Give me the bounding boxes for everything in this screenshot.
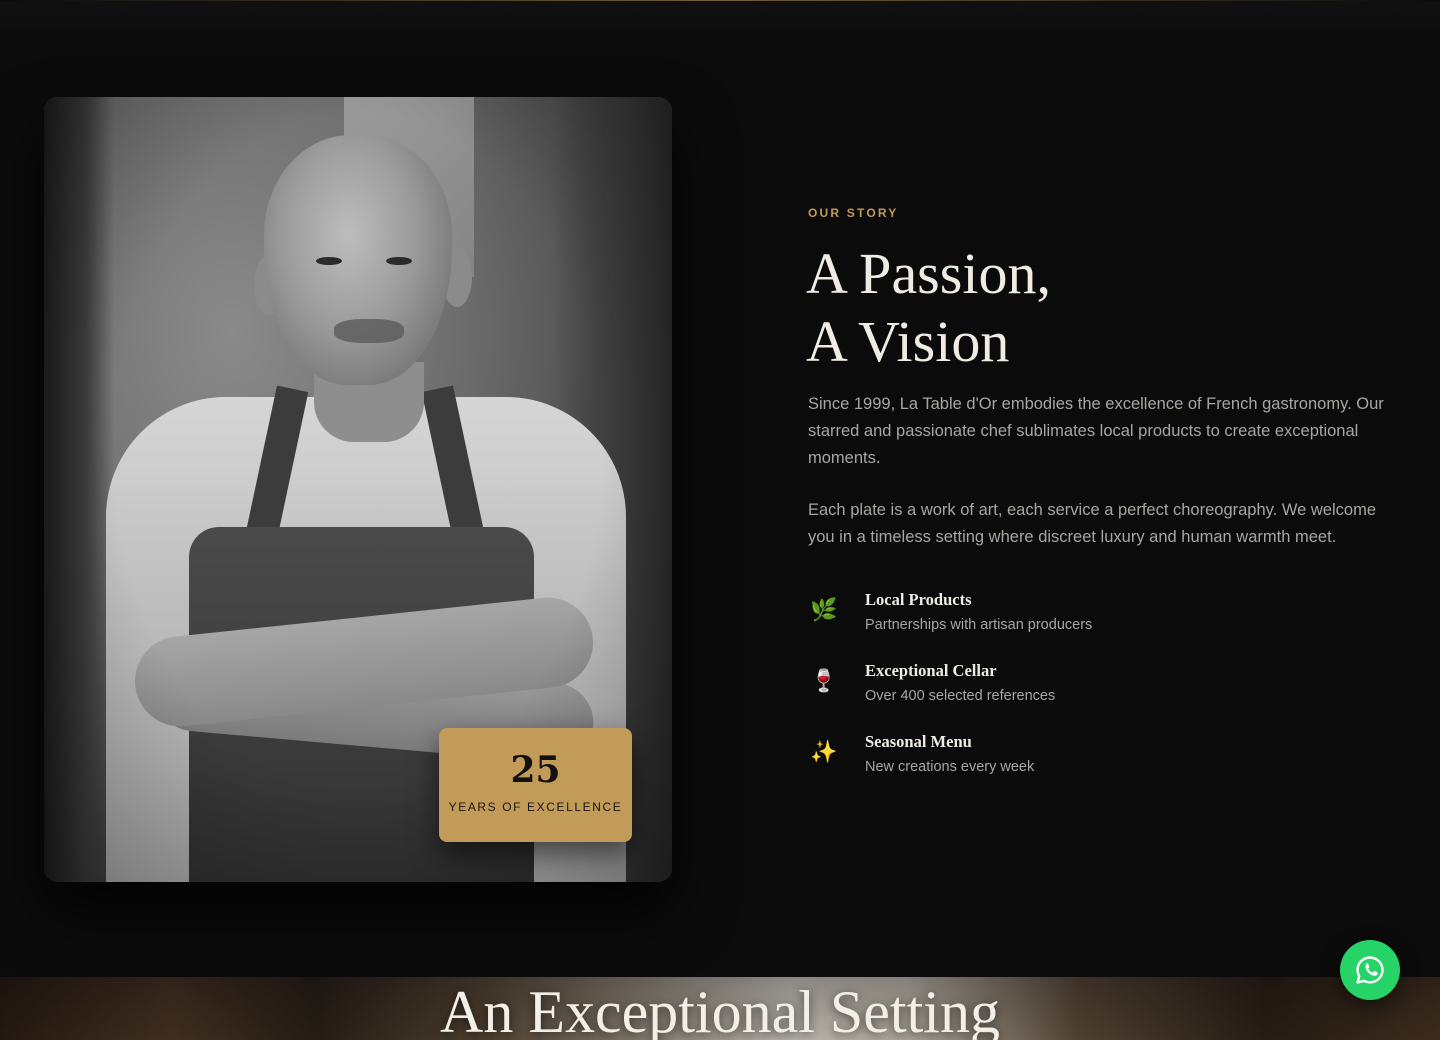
story-paragraph-2: Each plate is a work of art, each servic…: [808, 501, 1376, 546]
herb-icon: 🌿: [810, 597, 838, 622]
feature-title: Local Products: [865, 590, 972, 609]
section-eyebrow: OUR STORY: [808, 206, 899, 220]
setting-section-title: An Exceptional Setting: [440, 979, 1000, 1040]
page: 25 YEARS OF EXCELLENCE OUR STORY A Passi…: [0, 0, 1440, 1040]
headline-line-1: A Passion,: [806, 241, 1051, 306]
feature-description: New creations every week: [865, 759, 1035, 775]
wine-glass-icon: 🍷: [810, 668, 838, 693]
story-paragraph-1: Since 1999, La Table d'Or embodies the e…: [808, 395, 1384, 467]
feature-description: Over 400 selected references: [865, 688, 1056, 704]
feature-exceptional-cellar: 🍷 Exceptional Cellar Over 400 selected r…: [808, 659, 1368, 719]
feature-title: Exceptional Cellar: [865, 661, 997, 680]
headline-line-2: A Vision: [806, 309, 1010, 374]
feature-seasonal-menu: ✨ Seasonal Menu New creations every week: [808, 730, 1368, 790]
feature-description: Partnerships with artisan producers: [865, 617, 1093, 633]
whatsapp-button[interactable]: [1340, 940, 1400, 1000]
badge-number: 25: [510, 749, 561, 791]
feature-local-products: 🌿 Local Products Partnerships with artis…: [808, 588, 1368, 648]
years-badge: 25 YEARS OF EXCELLENCE: [439, 728, 632, 842]
feature-title: Seasonal Menu: [865, 732, 972, 751]
section-headline: A Passion, A Vision: [806, 240, 1051, 376]
sparkles-icon: ✨: [810, 739, 838, 764]
badge-label: YEARS OF EXCELLENCE: [448, 800, 623, 814]
whatsapp-icon: [1356, 956, 1384, 984]
